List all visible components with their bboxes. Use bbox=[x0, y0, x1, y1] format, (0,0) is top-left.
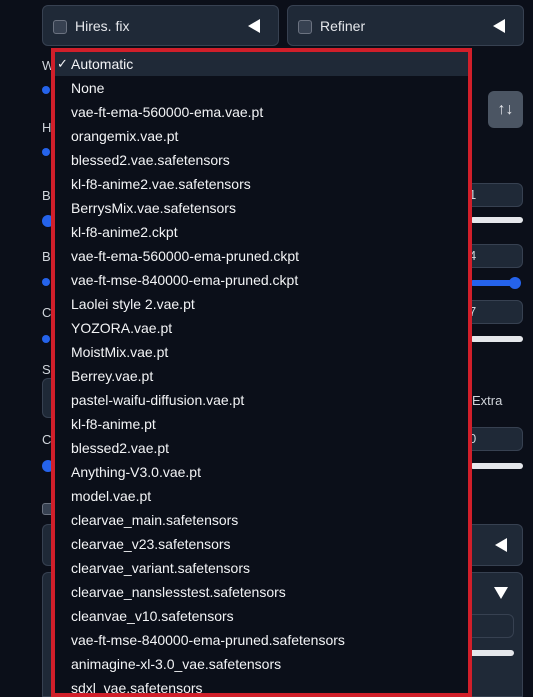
vae-option[interactable]: vae-ft-ema-560000-ema.vae.pt bbox=[55, 100, 468, 124]
vae-option-label: Berrey.vae.pt bbox=[71, 368, 154, 384]
vae-option-label: kl-f8-anime.pt bbox=[71, 416, 156, 432]
cfg-track[interactable] bbox=[470, 336, 523, 342]
vae-option[interactable]: pastel-waifu-diffusion.vae.pt bbox=[55, 388, 468, 412]
lower-expand-icon[interactable] bbox=[494, 587, 508, 599]
vae-option-label: clearvae_v23.safetensors bbox=[71, 536, 231, 552]
vae-option-label: sdxl_vae.safetensors bbox=[71, 680, 203, 696]
vae-option[interactable]: blessed2.vae.safetensors bbox=[55, 148, 468, 172]
sd-vae-dropdown-list[interactable]: ✓ Automatic None vae-ft-ema-560000-ema.vae.… bbox=[51, 48, 472, 697]
vae-option[interactable]: clearvae_main.safetensors bbox=[55, 508, 468, 532]
vae-option-label: clearvae_variant.safetensors bbox=[71, 560, 250, 576]
second-c-track[interactable] bbox=[470, 463, 523, 469]
vae-option[interactable]: Berrey.vae.pt bbox=[55, 364, 468, 388]
refiner-label: Refiner bbox=[320, 18, 366, 34]
vae-option-label: Laolei style 2.vae.pt bbox=[71, 296, 195, 312]
vae-option[interactable]: None bbox=[55, 76, 468, 100]
vae-option[interactable]: kl-f8-anime2.ckpt bbox=[55, 220, 468, 244]
batch-size-label: B bbox=[42, 249, 51, 264]
refiner-accordion[interactable]: Refiner bbox=[287, 5, 524, 46]
vae-option[interactable]: model.vae.pt bbox=[55, 484, 468, 508]
batch-count-track[interactable] bbox=[470, 217, 523, 223]
vae-option[interactable]: ✓ Automatic bbox=[55, 52, 468, 76]
vae-option-label: blessed2.vae.safetensors bbox=[71, 152, 230, 168]
hires-fix-collapse-icon[interactable] bbox=[248, 19, 260, 33]
vae-option[interactable]: blessed2.vae.pt bbox=[55, 436, 468, 460]
vae-option-label: kl-f8-anime2.vae.safetensors bbox=[71, 176, 251, 192]
vae-option[interactable]: vae-ft-mse-840000-ema-pruned.safetensors bbox=[55, 628, 468, 652]
vae-option[interactable]: clearvae_variant.safetensors bbox=[55, 556, 468, 580]
vae-option-label: vae-ft-ema-560000-ema.vae.pt bbox=[71, 104, 264, 120]
cfg-label: C bbox=[42, 305, 52, 320]
vae-option-label: cleanvae_v10.safetensors bbox=[71, 608, 234, 624]
seed-label: S bbox=[42, 362, 51, 377]
hires-fix-label: Hires. fix bbox=[75, 18, 130, 34]
vae-option-label: clearvae_main.safetensors bbox=[71, 512, 239, 528]
height-label: H bbox=[42, 120, 52, 135]
extra-label: Extra bbox=[472, 393, 503, 408]
vae-option-label: YOZORA.vae.pt bbox=[71, 320, 173, 336]
vae-option-label: vae-ft-mse-840000-ema-pruned.ckpt bbox=[71, 272, 299, 288]
vae-option[interactable]: cleanvae_v10.safetensors bbox=[55, 604, 468, 628]
refiner-collapse-icon[interactable] bbox=[493, 19, 505, 33]
vae-option-label: BerrysMix.vae.safetensors bbox=[71, 200, 236, 216]
swap-dimensions-button[interactable]: ↑↓ bbox=[488, 91, 523, 128]
second-c-label: C bbox=[42, 432, 52, 447]
vae-option[interactable]: MoistMix.vae.pt bbox=[55, 340, 468, 364]
width-slider-thumb[interactable] bbox=[42, 86, 50, 94]
hires-fix-checkbox[interactable] bbox=[53, 20, 67, 34]
vae-option-label: blessed2.vae.pt bbox=[71, 440, 170, 456]
vae-option[interactable]: vae-ft-mse-840000-ema-pruned.ckpt bbox=[55, 268, 468, 292]
vae-option-label: animagine-xl-3.0_vae.safetensors bbox=[71, 656, 282, 672]
lower-collapse-icon[interactable] bbox=[495, 538, 507, 552]
vae-option[interactable]: YOZORA.vae.pt bbox=[55, 316, 468, 340]
vae-option[interactable]: vae-ft-ema-560000-ema-pruned.ckpt bbox=[55, 244, 468, 268]
vae-option-label: clearvae_nanslesstest.safetensors bbox=[71, 584, 286, 600]
batch-count-label: B bbox=[42, 188, 51, 203]
vae-option[interactable]: clearvae_nanslesstest.safetensors bbox=[55, 580, 468, 604]
vae-option-label: MoistMix.vae.pt bbox=[71, 344, 169, 360]
vae-option[interactable]: kl-f8-anime2.vae.safetensors bbox=[55, 172, 468, 196]
vae-option[interactable]: Laolei style 2.vae.pt bbox=[55, 292, 468, 316]
refiner-checkbox[interactable] bbox=[298, 20, 312, 34]
vae-option-label: vae-ft-ema-560000-ema-pruned.ckpt bbox=[71, 248, 300, 264]
vae-option-label: orangemix.vae.pt bbox=[71, 128, 179, 144]
batch-size-slider-thumb[interactable] bbox=[42, 278, 50, 286]
vae-option-label: model.vae.pt bbox=[71, 488, 152, 504]
cfg-slider-thumb[interactable] bbox=[42, 335, 50, 343]
vae-option-label: kl-f8-anime2.ckpt bbox=[71, 224, 178, 240]
vae-option[interactable]: orangemix.vae.pt bbox=[55, 124, 468, 148]
vae-option-label: pastel-waifu-diffusion.vae.pt bbox=[71, 392, 245, 408]
vae-option-label: Automatic bbox=[71, 56, 134, 72]
hires-fix-accordion[interactable]: Hires. fix bbox=[42, 5, 279, 46]
vae-option[interactable]: animagine-xl-3.0_vae.safetensors bbox=[55, 652, 468, 676]
vae-option-label: vae-ft-mse-840000-ema-pruned.safetensors bbox=[71, 632, 345, 648]
sd-vae-options: ✓ Automatic None vae-ft-ema-560000-ema.vae.… bbox=[55, 52, 468, 696]
checkmark-icon: ✓ bbox=[57, 56, 68, 71]
swap-arrows-icon: ↑↓ bbox=[497, 101, 514, 118]
vae-option[interactable]: clearvae_v23.safetensors bbox=[55, 532, 468, 556]
vae-option-label: Anything-V3.0.vae.pt bbox=[71, 464, 201, 480]
vae-option[interactable]: BerrysMix.vae.safetensors bbox=[55, 196, 468, 220]
vae-option-label: None bbox=[71, 80, 105, 96]
vae-option[interactable]: sdxl_vae.safetensors bbox=[55, 676, 468, 696]
batch-size-right-thumb[interactable] bbox=[509, 277, 521, 289]
height-slider-thumb[interactable] bbox=[42, 148, 50, 156]
vae-option[interactable]: Anything-V3.0.vae.pt bbox=[55, 460, 468, 484]
vae-option[interactable]: kl-f8-anime.pt bbox=[55, 412, 468, 436]
